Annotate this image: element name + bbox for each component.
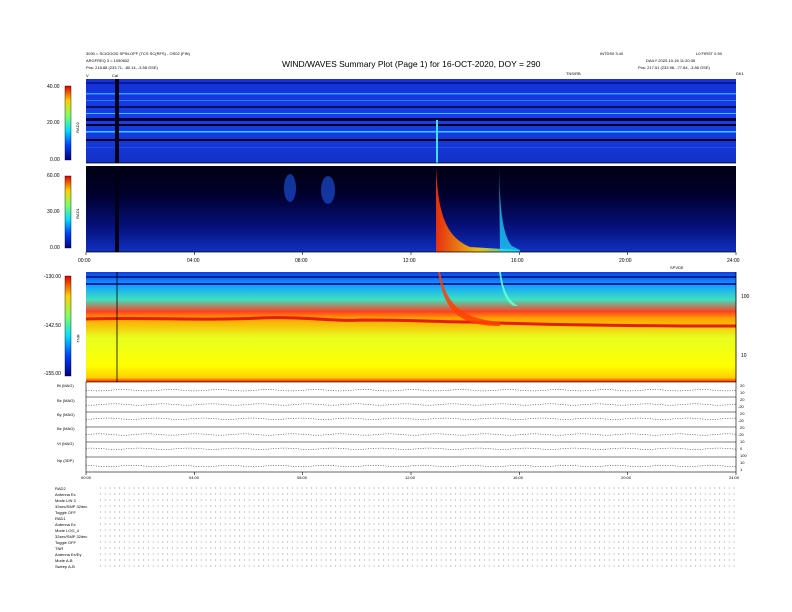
kp-rtick-np-1: 10 (740, 460, 745, 465)
kp-xtick-1: 04:00 (189, 475, 200, 480)
rad2-panel (86, 79, 736, 164)
footer-line: Antenna Ex (55, 522, 76, 527)
footer-line: Antenna Ex/Ey (55, 552, 82, 557)
footer-line: Antenna Ex (55, 492, 76, 497)
rad1-xtick-4: 16:00 (511, 258, 524, 264)
kp-trace (85, 403, 737, 406)
footer-line: RAD1 (55, 516, 66, 521)
kp-label-np: Np (3DP) (57, 458, 74, 463)
kp-xtick-5: 20:00 (621, 475, 632, 480)
kp-rtick-bt-0: 20 (740, 383, 745, 388)
kp-rtick-bx-1: -20 (738, 404, 744, 409)
kp-panel (85, 381, 737, 473)
rad2-ylabel: RAD2 (74, 122, 80, 133)
footer-line: Toggle OFF (55, 540, 76, 545)
kp-xtick-3: 12:00 (405, 475, 416, 480)
kp-label-vt: Vt (MAG) (57, 441, 74, 446)
footer-line: TNR (55, 546, 64, 551)
kp-rtick-bz-1: -20 (738, 432, 744, 437)
rad2-ytick-mid: 20.00 (47, 120, 60, 126)
footer-line: RAD2 (55, 486, 66, 491)
tnr-panel (85, 272, 737, 382)
rad1-xtick-6: 24:00 (727, 258, 740, 264)
footer-dot-rows (100, 487, 736, 567)
rad1-ytick-bot: 0.00 (50, 245, 60, 251)
footer-line: 32sec/SMP 32dec (55, 504, 88, 509)
kp-xtick-0: 00:00 (81, 475, 92, 480)
rad1-xtick-2: 08:00 (295, 258, 308, 264)
tnr-rtick-bot: 10 (741, 353, 747, 359)
rad1-ytick-mid: 30.00 (47, 209, 60, 215)
footer-line: Mode LOG_4 (55, 528, 80, 533)
rad1-xtick-1: 04:00 (187, 258, 200, 264)
kp-label-bt: Bt (MAG) (57, 383, 74, 388)
tnr-rtick-top: 100 (741, 294, 750, 300)
tnr-colorbar (64, 275, 72, 377)
rad2-data-gap (115, 79, 119, 163)
rad2-ytick-bot: 0.00 (50, 157, 60, 163)
rad1-xtick-3: 12:00 (403, 258, 416, 264)
kp-xtick-2: 08:00 (297, 475, 308, 480)
kp-xtick-6: 24:00 (729, 475, 740, 480)
kp-rtick-by-0: 20 (740, 411, 745, 416)
kp-rtick-bx-0: 20 (740, 397, 745, 402)
kp-rtick-vt-1: 0 (740, 446, 743, 451)
rad1-colorbar (64, 175, 72, 249)
rad2-burst (436, 120, 438, 163)
tnr-right-label: SPVDE (670, 265, 684, 270)
kp-rtick-by-1: -20 (738, 418, 744, 423)
kp-trace (85, 389, 737, 392)
footer-line: Mode LIN 3 (55, 498, 76, 503)
rad1-panel (86, 166, 736, 253)
tnr-ytick-bot: -155.00 (44, 371, 61, 377)
tnr-ytick-mid: -142.50 (44, 323, 61, 329)
plot-canvas (64, 79, 737, 567)
kp-trace (85, 465, 737, 467)
tnr-ytick-top: -130.00 (44, 274, 61, 280)
rad1-ylabel: RAD1 (74, 208, 80, 219)
rad1-xtick-5: 20:00 (619, 258, 632, 264)
rad1-x-ticks (85, 252, 737, 255)
kp-rtick-bt-1: 10 (740, 390, 745, 395)
kp-rtick-vt-0: 10 (740, 439, 745, 444)
tnr-ylabel: TNR (75, 334, 81, 343)
kp-xtick-4: 16:00 (513, 475, 524, 480)
rad1-xtick-0: 00:00 (78, 258, 91, 264)
kp-trace (85, 433, 737, 436)
kp-trace (85, 417, 737, 420)
footer-line: Toggle OFF (55, 510, 76, 515)
footer-line: Mode A-B (55, 558, 73, 563)
rad2-ytick-top: 40.00 (47, 84, 60, 90)
footer-line: 32sec/SMP 32dec (55, 534, 88, 539)
rad1-ytick-top: 60.00 (47, 173, 60, 179)
kp-rtick-bz-0: 20 (740, 425, 745, 430)
kp-trace (85, 447, 737, 450)
kp-label-bx: Bx (MAG) (57, 398, 75, 403)
kp-rtick-np-0: 100 (740, 453, 747, 458)
rad2-colorbar (64, 85, 72, 161)
kp-rtick-np-2: 1 (740, 467, 743, 472)
footer-line: Sweep A-B (55, 564, 75, 569)
kp-label-by: By (MAG) (57, 412, 75, 417)
rad1-spectrogram (86, 166, 736, 252)
rad1-data-gap (115, 166, 119, 252)
kp-label-bz: Bz (MAG) (57, 426, 75, 431)
